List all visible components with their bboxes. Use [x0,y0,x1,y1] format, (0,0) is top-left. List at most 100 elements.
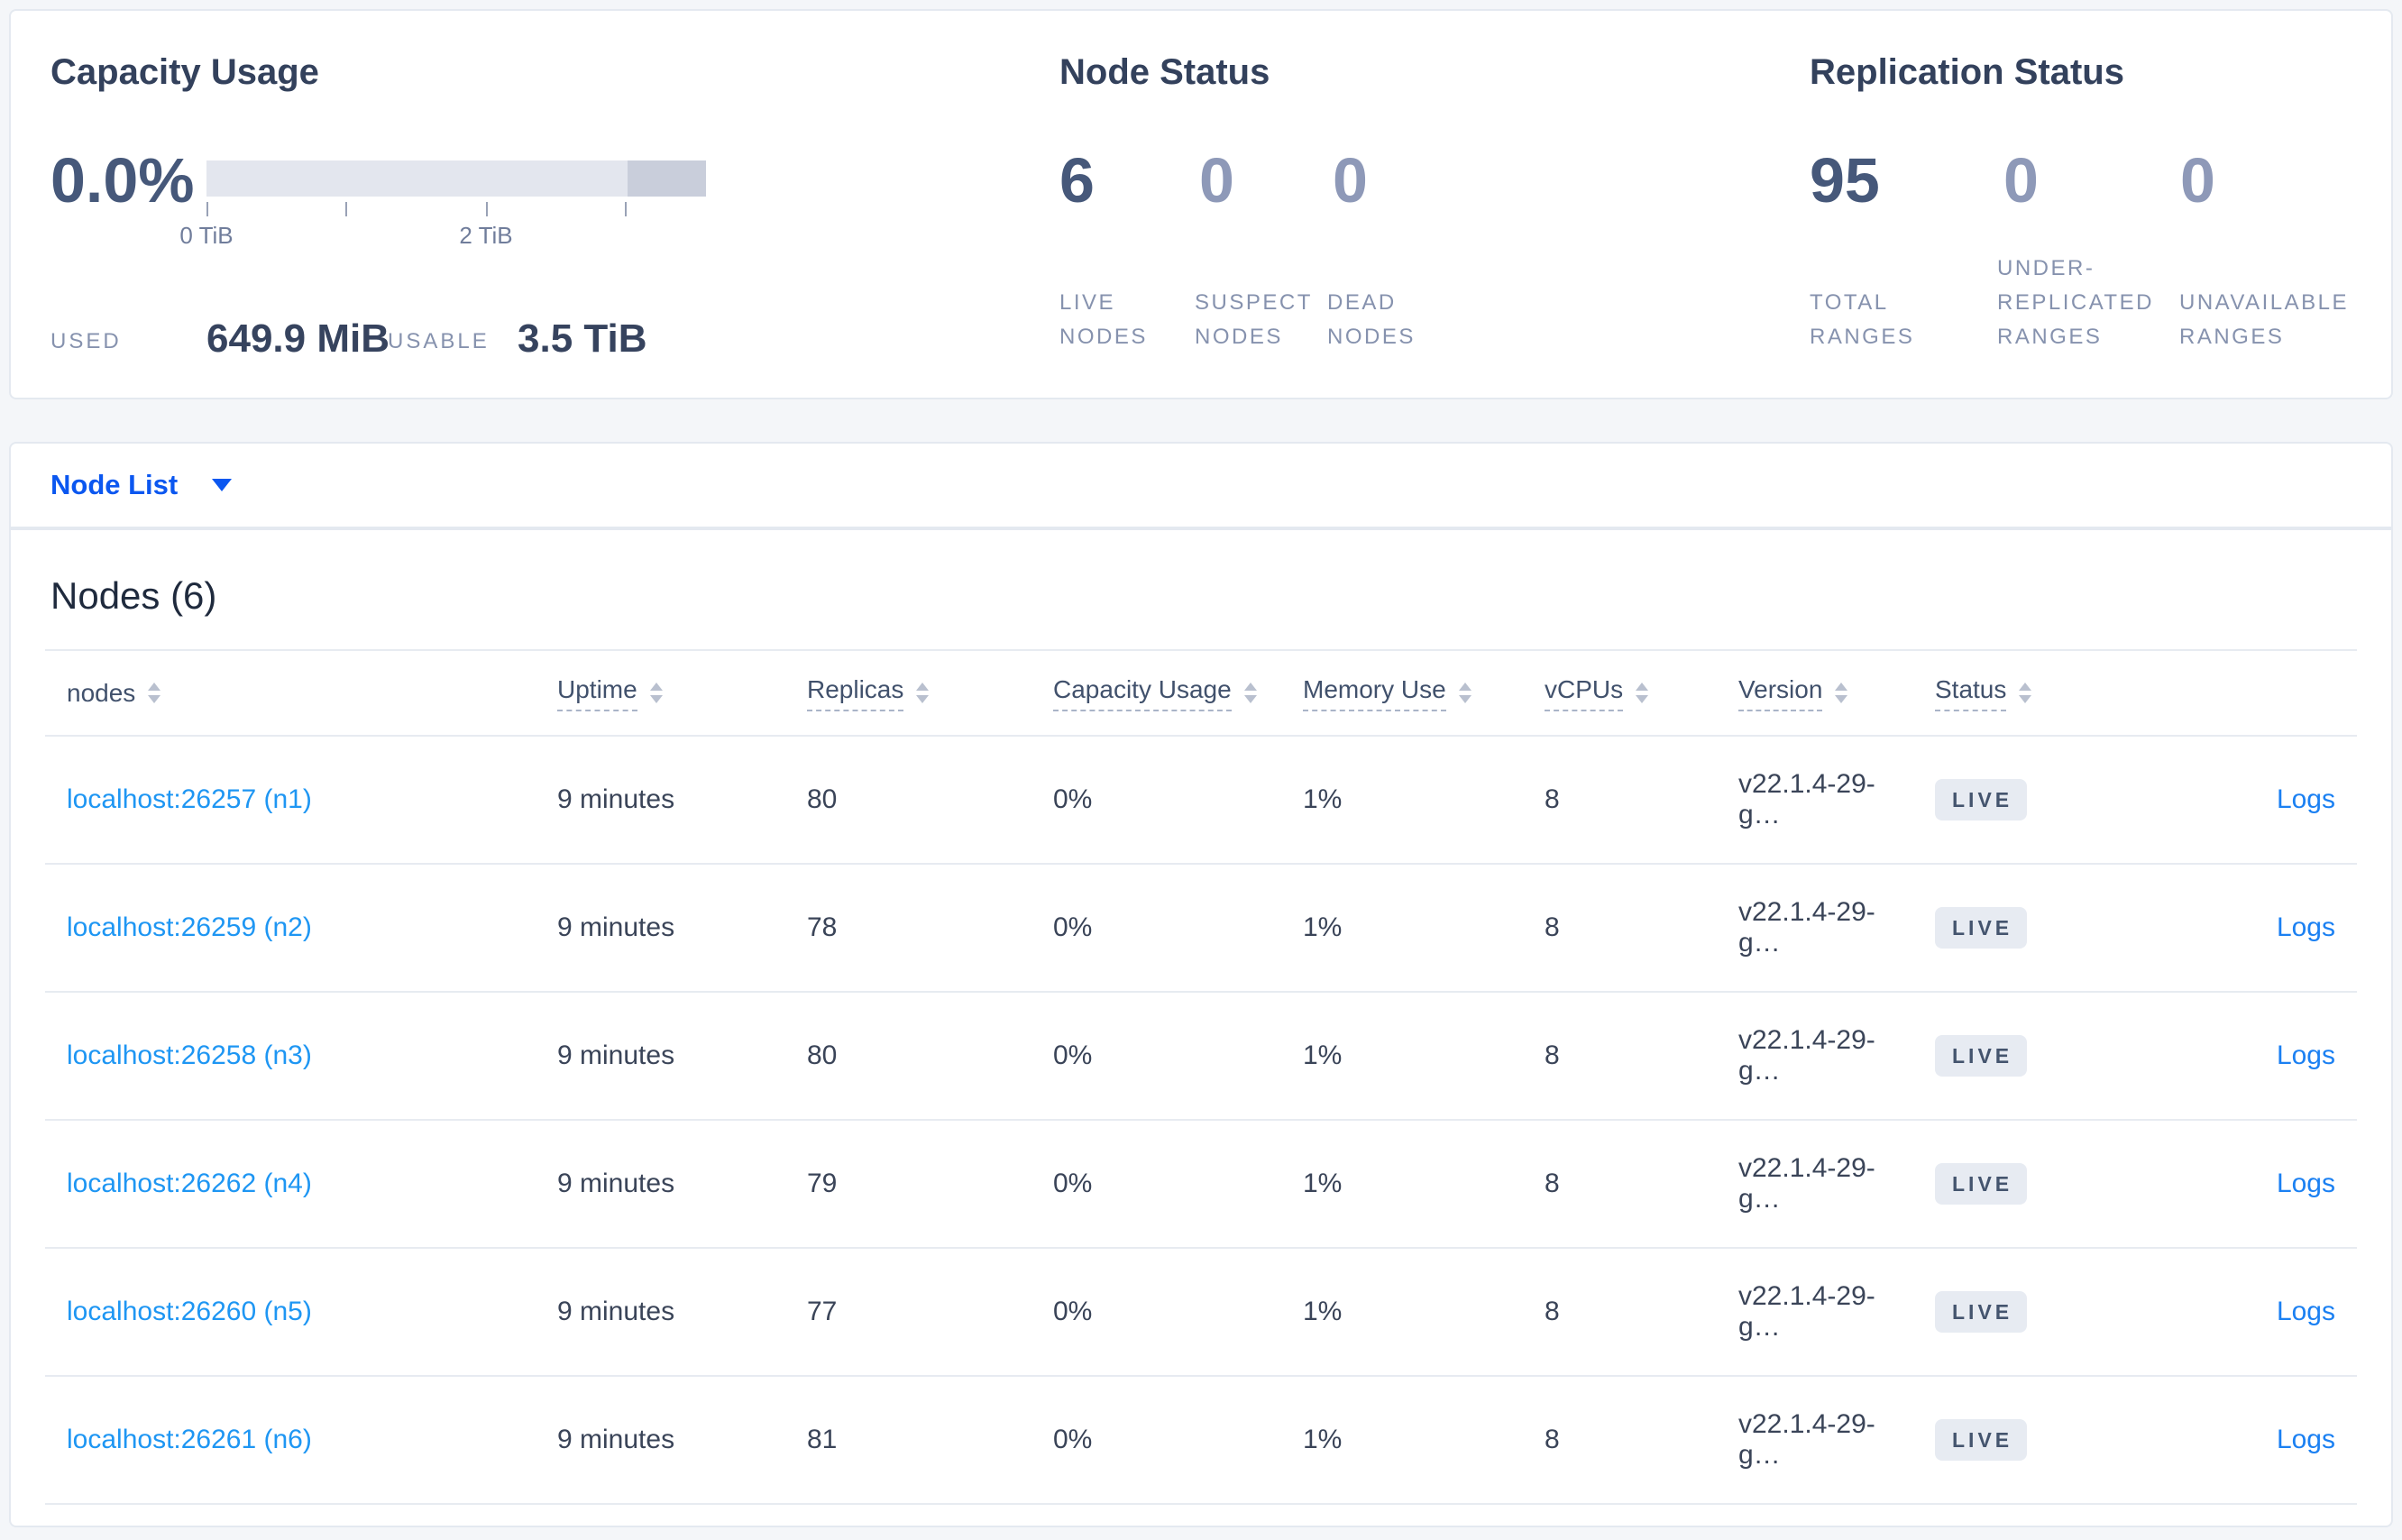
column-header-label: Replicas [807,675,904,711]
status-badge: LIVE [1935,1419,2028,1461]
replicas-cell: 79 [807,1169,838,1198]
sort-icon [649,683,663,703]
node-link[interactable]: localhost:26260 (n5) [67,1297,312,1326]
column-header-label: Version [1738,675,1823,711]
replicas-cell: 80 [807,784,838,814]
uptime-cell: 9 minutes [557,912,675,942]
column-header-nodes[interactable]: nodes [45,679,539,708]
capacity-cell: 0% [1053,1297,1093,1326]
capacity-usage-title: Capacity Usage [50,52,319,92]
live-nodes-count: 6 [1059,145,1095,215]
axis-tick [345,202,347,216]
sort-icon [1243,683,1257,703]
total-ranges-count: 95 [1810,145,1880,215]
replicas-cell: 78 [807,912,838,942]
logs-link[interactable]: Logs [2277,784,2335,814]
dead-nodes-count: 0 [1333,145,1368,215]
column-header-label: nodes [67,678,136,707]
node-link[interactable]: localhost:26261 (n6) [67,1425,312,1454]
suspect-nodes-count: 0 [1199,145,1234,215]
node-link[interactable]: localhost:26259 (n2) [67,912,312,942]
memory-cell: 1% [1303,1169,1343,1198]
suspect-nodes-label: SUSPECT NODES [1195,290,1313,349]
nodes-table: nodes Uptime Replicas Capacity Usage Mem… [45,649,2357,1505]
node-link[interactable]: localhost:26258 (n3) [67,1040,312,1070]
capacity-used-value: 649.9 MiB [206,316,390,361]
capacity-cell: 0% [1053,1169,1093,1198]
replicas-cell: 81 [807,1425,838,1454]
node-link[interactable]: localhost:26257 (n1) [67,784,312,814]
version-cell: v22.1.4-29-g… [1738,769,1875,830]
logs-link[interactable]: Logs [2277,912,2335,942]
memory-cell: 1% [1303,784,1343,814]
status-badge: LIVE [1935,779,2028,820]
uptime-cell: 9 minutes [557,1425,675,1454]
table-row: localhost:26260 (n5) 9 minutes 77 0% 1% … [45,1249,2357,1377]
memory-cell: 1% [1303,1425,1343,1454]
nodes-table-title: Nodes (6) [50,574,217,617]
column-header-label: vCPUs [1545,675,1624,711]
capacity-cell: 0% [1053,1040,1093,1070]
sort-icon [916,683,930,703]
node-status-title: Node Status [1059,52,1270,92]
table-row: localhost:26257 (n1) 9 minutes 80 0% 1% … [45,737,2357,865]
table-row: localhost:26261 (n6) 9 minutes 81 0% 1% … [45,1377,2357,1505]
capacity-cell: 0% [1053,1425,1093,1454]
unavailable-ranges-label: UNAVAILABLE RANGES [2179,290,2350,349]
sort-icon [148,683,161,703]
capacity-cell: 0% [1053,784,1093,814]
column-header-capacity-usage[interactable]: Capacity Usage [1035,675,1285,711]
logs-link[interactable]: Logs [2277,1425,2335,1454]
uptime-cell: 9 minutes [557,1297,675,1326]
axis-tick [486,202,488,216]
version-cell: v22.1.4-29-g… [1738,1281,1875,1342]
replication-status-title: Replication Status [1810,52,2124,92]
under-replicated-ranges-count: 0 [2003,145,2039,215]
vcpus-cell: 8 [1545,784,1560,814]
status-badge: LIVE [1935,1035,2028,1077]
replicas-cell: 77 [807,1297,838,1326]
capacity-used-percent: 0.0% [50,145,195,215]
replicas-cell: 80 [807,1040,838,1070]
cluster-summary-card: Capacity Usage 0.0% 0 TiB 2 TiB USED 649… [9,9,2393,399]
node-list-dropdown[interactable]: Node List [50,469,233,501]
status-badge: LIVE [1935,1291,2028,1333]
memory-cell: 1% [1303,1297,1343,1326]
under-replicated-ranges-label: UNDER-REPLICATED RANGES [1997,256,2154,349]
node-link[interactable]: localhost:26262 (n4) [67,1169,312,1198]
capacity-cell: 0% [1053,912,1093,942]
node-list-dropdown-label: Node List [50,469,179,500]
uptime-cell: 9 minutes [557,1040,675,1070]
logs-link[interactable]: Logs [2277,1040,2335,1070]
dead-nodes-label: DEAD NODES [1327,290,1416,349]
version-cell: v22.1.4-29-g… [1738,1025,1875,1086]
axis-tick-label: 2 TiB [459,222,513,249]
sort-icon [1835,683,1848,703]
column-header-replicas[interactable]: Replicas [789,675,1035,711]
capacity-usable-label: USABLE [388,329,490,353]
column-header-label: Uptime [557,675,637,711]
status-badge: LIVE [1935,1163,2028,1205]
sort-icon [2019,683,2032,703]
column-header-memory-use[interactable]: Memory Use [1285,675,1526,711]
vcpus-cell: 8 [1545,912,1560,942]
table-row: localhost:26259 (n2) 9 minutes 78 0% 1% … [45,865,2357,993]
version-cell: v22.1.4-29-g… [1738,897,1875,958]
axis-tick [206,202,208,216]
logs-link[interactable]: Logs [2277,1169,2335,1198]
column-header-version[interactable]: Version [1720,675,1917,711]
column-header-uptime[interactable]: Uptime [539,675,789,711]
table-header-row: nodes Uptime Replicas Capacity Usage Mem… [45,649,2357,737]
vcpus-cell: 8 [1545,1169,1560,1198]
unavailable-ranges-count: 0 [2180,145,2215,215]
table-row: localhost:26258 (n3) 9 minutes 80 0% 1% … [45,993,2357,1121]
status-badge: LIVE [1935,907,2028,949]
column-header-status[interactable]: Status [1917,675,2142,711]
capacity-bar-nonusable-segment [628,160,706,197]
total-ranges-label: TOTAL RANGES [1810,290,1915,349]
logs-link[interactable]: Logs [2277,1297,2335,1326]
version-cell: v22.1.4-29-g… [1738,1409,1875,1470]
column-header-vcpus[interactable]: vCPUs [1526,675,1720,711]
version-cell: v22.1.4-29-g… [1738,1153,1875,1214]
capacity-used-label: USED [50,329,122,353]
